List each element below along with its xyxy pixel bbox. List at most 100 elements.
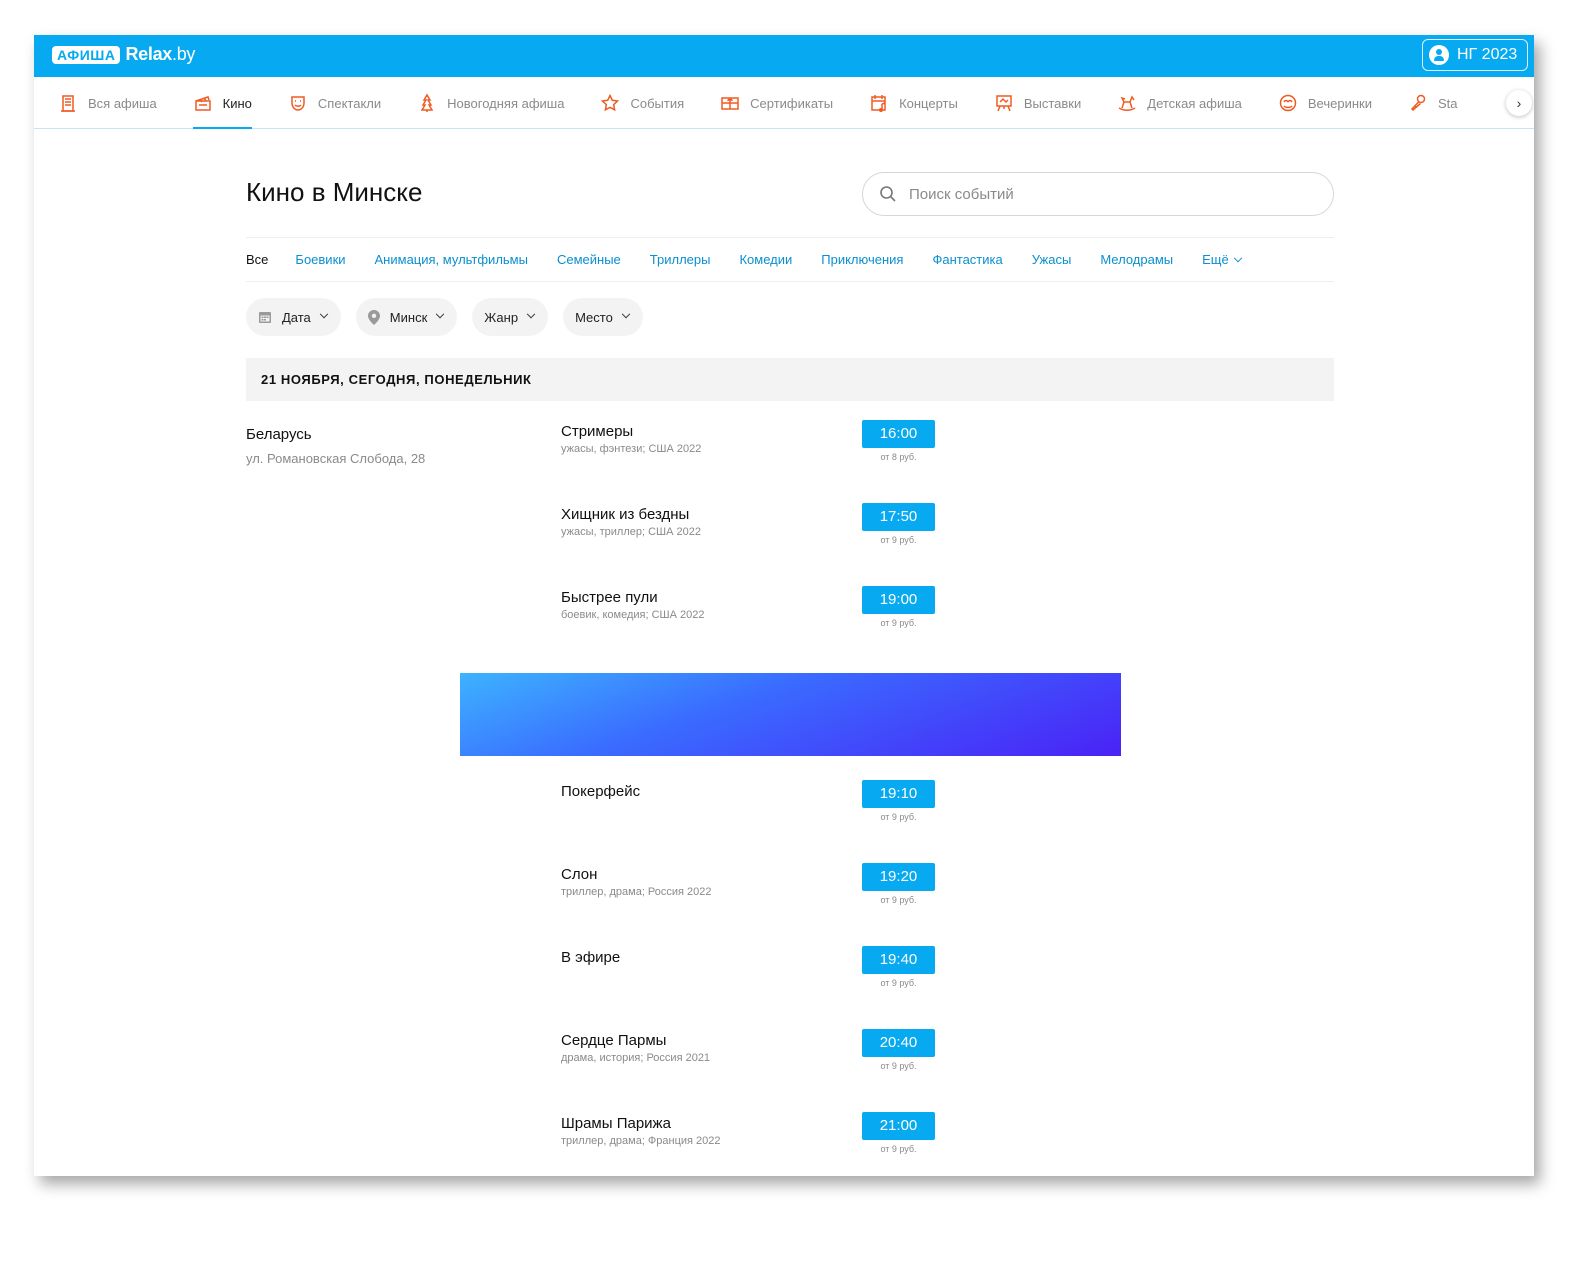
microphone-icon bbox=[1410, 94, 1426, 112]
genre-tab-horror[interactable]: Ужасы bbox=[1032, 252, 1072, 267]
disco-icon bbox=[1279, 94, 1297, 112]
calendar-music-icon bbox=[871, 95, 886, 113]
genre-tab-thriller[interactable]: Триллеры bbox=[650, 252, 711, 267]
easel-icon bbox=[996, 95, 1012, 112]
category-label: Выставки bbox=[1023, 95, 1082, 111]
session-time-button[interactable]: 17:50 bbox=[862, 503, 935, 531]
category-events[interactable]: События bbox=[600, 77, 684, 129]
movie-meta: ужасы, фэнтези; США 2022 bbox=[561, 443, 702, 455]
category-cinema[interactable]: Кино bbox=[192, 77, 253, 129]
gift-card-icon bbox=[721, 97, 739, 110]
search-box[interactable] bbox=[862, 172, 1334, 216]
movie-title[interactable]: Покерфейс bbox=[561, 783, 640, 800]
genre-tab-sci-fi[interactable]: Фантастика bbox=[932, 252, 1002, 267]
place-filter-label: Место bbox=[575, 309, 613, 325]
ad-banner[interactable] bbox=[460, 673, 1121, 756]
genre-tabs: Все Боевики Анимация, мультфильмы Семейн… bbox=[246, 237, 1334, 282]
category-certificates[interactable]: Сертификаты bbox=[720, 77, 833, 129]
session-time-button[interactable]: 16:00 bbox=[862, 420, 935, 448]
movie-meta: ужасы, триллер; США 2022 bbox=[561, 526, 701, 538]
chevron-down-icon bbox=[1233, 253, 1242, 263]
session-time-button[interactable]: 20:40 bbox=[862, 1029, 935, 1057]
category-label: Вечеринки bbox=[1307, 95, 1372, 111]
cinema-name[interactable]: Беларусь bbox=[246, 426, 425, 443]
genre-tab-comedy[interactable]: Комедии bbox=[739, 252, 792, 267]
session: 17:50 от 9 руб. bbox=[862, 503, 935, 545]
place-filter[interactable]: Место bbox=[563, 298, 643, 336]
category-label: Кино bbox=[222, 95, 252, 111]
nav-scroll-right-button[interactable]: › bbox=[1506, 90, 1532, 116]
movie-meta: боевик, комедия; США 2022 bbox=[561, 609, 705, 621]
category-exhibitions[interactable]: Выставки bbox=[994, 77, 1081, 129]
session: 19:00 от 9 руб. bbox=[862, 586, 935, 628]
date-header-label: 21 НОЯБРЯ, СЕГОДНЯ, ПОНЕДЕЛЬНИК bbox=[261, 372, 532, 387]
city-filter[interactable]: Минск bbox=[355, 298, 458, 336]
movie-row: Покерфейс 19:10 от 9 руб. bbox=[561, 780, 1334, 840]
category-label: Новогодняя афиша bbox=[447, 95, 565, 111]
movie-row: В эфире 19:40 от 9 руб. bbox=[561, 946, 1334, 1006]
session-price: от 9 руб. bbox=[880, 978, 917, 988]
genre-tab-more[interactable]: Ещё bbox=[1202, 252, 1242, 267]
session: 21:00 от 9 руб. bbox=[862, 1112, 935, 1154]
category-standup[interactable]: Sta bbox=[1408, 77, 1458, 129]
session-price: от 9 руб. bbox=[880, 618, 917, 628]
session-price: от 9 руб. bbox=[880, 1144, 917, 1154]
genre-tab-action[interactable]: Боевики bbox=[295, 252, 345, 267]
movie-title[interactable]: Сердце Пармы bbox=[561, 1032, 666, 1049]
genre-tab-animation[interactable]: Анимация, мультфильмы bbox=[375, 252, 528, 267]
page-title: Кино в Минске bbox=[246, 177, 423, 207]
session-price: от 8 руб. bbox=[880, 452, 917, 462]
category-label: Вся афиша bbox=[88, 95, 157, 111]
building-icon bbox=[61, 95, 75, 112]
category-all[interactable]: Вся афиша bbox=[58, 77, 157, 129]
movie-title[interactable]: Шрамы Парижа bbox=[561, 1115, 671, 1132]
session-price: от 9 руб. bbox=[880, 535, 917, 545]
movie-title[interactable]: Слон bbox=[561, 866, 597, 883]
session-time-button[interactable]: 21:00 bbox=[862, 1112, 935, 1140]
movie-row: Сердце Пармы драма, история; Россия 2021… bbox=[561, 1029, 1334, 1089]
movie-row: Шрамы Парижа триллер, драма; Франция 202… bbox=[561, 1112, 1334, 1172]
category-new-year[interactable]: Новогодняя афиша bbox=[417, 77, 564, 129]
genre-tab-family[interactable]: Семейные bbox=[557, 252, 621, 267]
session-time-button[interactable]: 19:10 bbox=[862, 780, 935, 808]
genre-tab-melodrama[interactable]: Мелодрамы bbox=[1100, 252, 1173, 267]
genre-tab-all[interactable]: Все bbox=[246, 252, 268, 267]
session-time-button[interactable]: 19:40 bbox=[862, 946, 935, 974]
session: 20:40 от 9 руб. bbox=[862, 1029, 935, 1071]
location-pin-icon bbox=[367, 309, 380, 325]
chevron-down-icon bbox=[526, 309, 536, 319]
top-bar: АФИША Relax.by НГ 2023 bbox=[34, 35, 1534, 77]
theater-mask-icon bbox=[291, 96, 305, 111]
category-concerts[interactable]: Концерты bbox=[869, 77, 958, 129]
ng-2023-label: НГ 2023 bbox=[1457, 46, 1518, 63]
session-time-button[interactable]: 19:20 bbox=[862, 863, 935, 891]
site-logo[interactable]: АФИША Relax.by bbox=[52, 44, 195, 65]
movie-meta: триллер, драма; Франция 2022 bbox=[561, 1135, 721, 1147]
session: 16:00 от 8 руб. bbox=[862, 420, 935, 462]
clapperboard-icon bbox=[194, 96, 211, 111]
movie-title[interactable]: Хищник из бездны bbox=[561, 506, 689, 523]
search-icon bbox=[880, 186, 896, 202]
category-parties[interactable]: Вечеринки bbox=[1278, 77, 1372, 129]
genre-filter[interactable]: Жанр bbox=[472, 298, 549, 336]
date-filter[interactable]: Дата bbox=[246, 298, 341, 336]
movie-title[interactable]: В эфире bbox=[561, 949, 620, 966]
session-price: от 9 руб. bbox=[880, 895, 917, 905]
category-nav: Вся афиша Кино Спектакли Новогодняя афиш… bbox=[34, 77, 1534, 129]
movie-title[interactable]: Быстрее пули bbox=[561, 589, 658, 606]
session-time-button[interactable]: 19:00 bbox=[862, 586, 935, 614]
session: 19:10 от 9 руб. bbox=[862, 780, 935, 822]
category-plays[interactable]: Спектакли bbox=[288, 77, 381, 129]
date-filter-label: Дата bbox=[282, 309, 311, 325]
movie-title[interactable]: Стримеры bbox=[561, 423, 633, 440]
search-input[interactable] bbox=[909, 185, 1309, 203]
movie-meta: драма, история; Россия 2021 bbox=[561, 1052, 711, 1064]
date-header: 21 НОЯБРЯ, СЕГОДНЯ, ПОНЕДЕЛЬНИК bbox=[246, 358, 1334, 401]
cinema-info: Беларусь ул. Романовская Слобода, 28 bbox=[246, 426, 425, 466]
ng-2023-button[interactable]: НГ 2023 bbox=[1422, 39, 1528, 71]
category-kids[interactable]: Детская афиша bbox=[1117, 77, 1242, 129]
logo-brand: Relax.by bbox=[125, 44, 195, 65]
movie-row: Стримеры ужасы, фэнтези; США 2022 16:00 … bbox=[561, 420, 1334, 480]
genre-tab-adventure[interactable]: Приключения bbox=[821, 252, 903, 267]
session: 19:20 от 9 руб. bbox=[862, 863, 935, 905]
